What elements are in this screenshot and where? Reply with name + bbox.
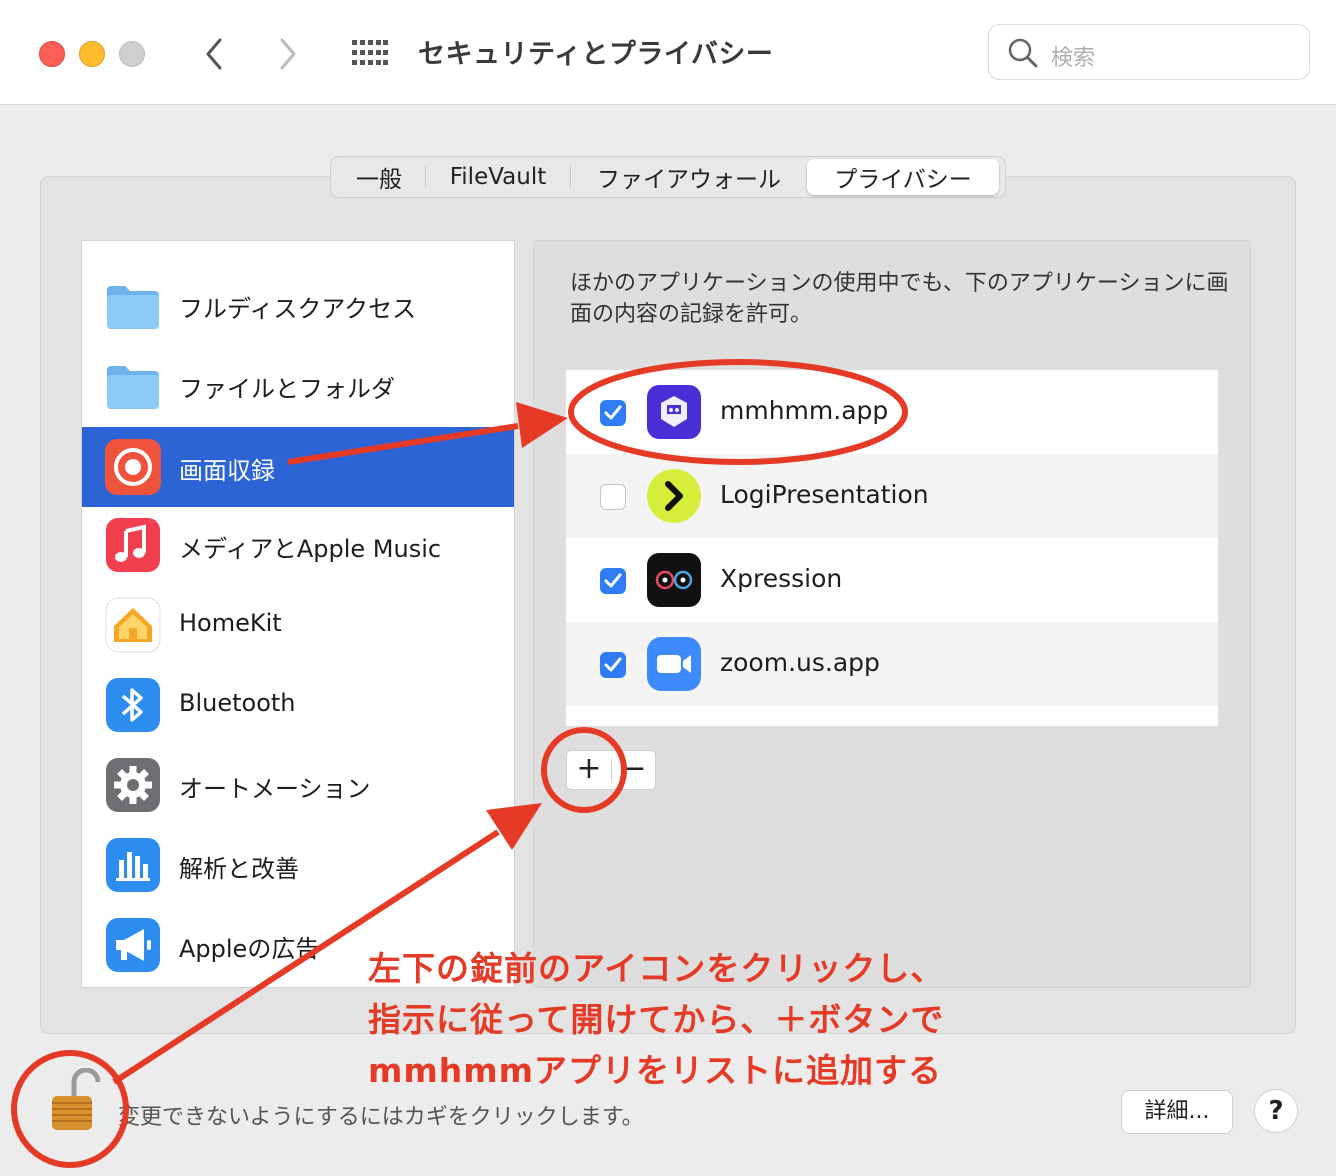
analytics-icon (106, 838, 160, 892)
checkmark-icon (604, 657, 622, 672)
folder-icon (107, 286, 159, 329)
app-checkbox[interactable] (600, 568, 626, 594)
allowed-apps-list[interactable]: mmhmm.app LogiPresentation Xpression zoo… (566, 370, 1218, 726)
sidebar-item-label: オートメーション (179, 775, 371, 803)
tab-filevault[interactable]: FileVault (426, 159, 570, 195)
annotation-line-3: mmhmmアプリをリストに追加する (368, 1051, 943, 1090)
xpression-icon (647, 553, 701, 607)
search-icon (1008, 38, 1038, 68)
app-name: LogiPresentation (720, 480, 929, 509)
sidebar-item-automation[interactable]: オートメーション (82, 745, 514, 825)
music-icon (106, 518, 160, 572)
app-row-xpression[interactable]: Xpression (566, 538, 1218, 622)
zoom-window-button[interactable] (119, 41, 145, 67)
screen-recording-description: ほかのアプリケーションの使用中でも、下のアプリケーションに画面の内容の記録を許可… (570, 271, 1229, 327)
sidebar-item-label: フルディスクアクセス (179, 295, 417, 323)
window-title: セキュリティとプライバシー (418, 39, 774, 70)
annotation-line-1: 左下の錠前のアイコンをクリックし、 (368, 949, 945, 988)
advanced-button[interactable]: 詳細... (1121, 1090, 1233, 1134)
zoom-icon (647, 637, 701, 691)
privacy-category-list[interactable]: フルディスクアクセス ファイルとフォルダ 画面収録 メディアとApple Mus… (81, 240, 515, 988)
app-row-logipresentation[interactable]: LogiPresentation (566, 454, 1218, 538)
sidebar-item-bluetooth[interactable]: Bluetooth (82, 665, 514, 745)
tab-bar: 一般 FileVault ファイアウォール プライバシー (330, 156, 1006, 198)
chevron-right-icon (280, 38, 296, 70)
app-name: zoom.us.app (720, 648, 880, 677)
search-placeholder: 検索 (1051, 46, 1096, 71)
add-app-button[interactable]: + (567, 751, 611, 789)
sidebar-item-label: Appleの広告 (179, 935, 320, 963)
sidebar-item-files-and-folders[interactable]: ファイルとフォルダ (82, 345, 514, 425)
back-button[interactable] (196, 34, 232, 74)
chevron-left-icon (206, 38, 222, 70)
app-name: mmhmm.app (720, 396, 889, 425)
search-field[interactable]: 検索 (988, 24, 1310, 80)
app-row-zoom[interactable]: zoom.us.app (566, 622, 1218, 706)
home-icon (105, 597, 161, 653)
sidebar-item-media-apple-music[interactable]: メディアとApple Music (82, 505, 514, 585)
grid-icon (352, 40, 388, 65)
lock-hint-text: 変更できないようにするにはカギをクリックします。 (118, 1105, 644, 1130)
sidebar-item-label: ファイルとフォルダ (179, 375, 395, 403)
megaphone-icon (106, 918, 160, 972)
folder-icon (107, 366, 159, 409)
app-checkbox[interactable] (600, 652, 626, 678)
sidebar-item-homekit[interactable]: HomeKit (82, 585, 514, 665)
add-remove-control: + − (566, 750, 656, 790)
sidebar-item-label: Bluetooth (179, 689, 296, 717)
app-row-mmhmm[interactable]: mmhmm.app (566, 370, 1218, 454)
app-name: Xpression (720, 564, 843, 593)
gear-icon (106, 758, 160, 812)
title-bar: セキュリティとプライバシー 検索 (0, 0, 1336, 105)
sidebar-item-screen-recording[interactable]: 画面収録 (82, 427, 514, 507)
screen-recording-icon (105, 439, 161, 495)
sidebar-item-label: メディアとApple Music (179, 535, 442, 563)
remove-app-button[interactable]: − (612, 751, 656, 789)
app-checkbox[interactable] (600, 484, 626, 510)
checkmark-icon (604, 405, 622, 420)
sidebar-item-label: HomeKit (179, 609, 282, 637)
close-window-button[interactable] (39, 41, 65, 67)
annotation-line-2: 指示に従って開けてから、＋ボタンで (368, 1000, 945, 1039)
unlocked-padlock-icon[interactable] (48, 1068, 100, 1134)
checkmark-icon (604, 573, 622, 588)
tab-firewall[interactable]: ファイアウォール (571, 159, 807, 195)
tab-privacy[interactable]: プライバシー (807, 159, 999, 195)
show-all-button[interactable] (352, 40, 388, 66)
mmhmm-icon (647, 385, 701, 439)
tab-general[interactable]: 一般 (333, 159, 425, 195)
help-button[interactable]: ? (1254, 1089, 1298, 1133)
sidebar-item-full-disk-access[interactable]: フルディスクアクセス (82, 265, 514, 345)
logi-presentation-icon (647, 469, 701, 523)
sidebar-item-analytics[interactable]: 解析と改善 (82, 825, 514, 905)
minimize-window-button[interactable] (79, 41, 105, 67)
sidebar-item-label: 画面収録 (179, 457, 275, 485)
sidebar-item-label: 解析と改善 (179, 855, 299, 883)
forward-button[interactable] (270, 34, 306, 74)
bluetooth-icon (106, 678, 160, 732)
app-checkbox[interactable] (600, 400, 626, 426)
